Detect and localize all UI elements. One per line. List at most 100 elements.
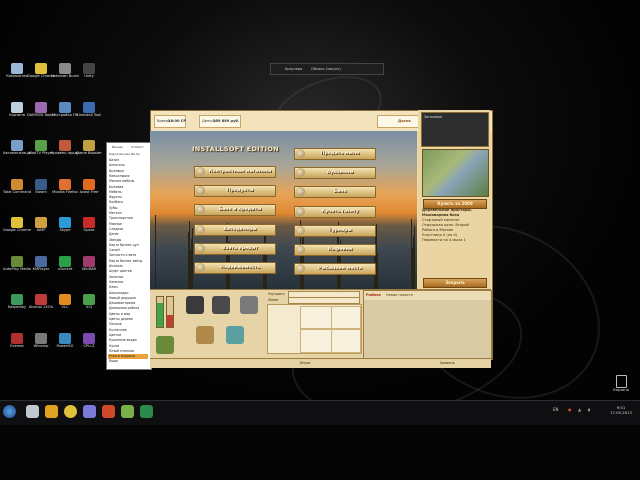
inventory-item-camera[interactable]: [212, 296, 230, 314]
recycle-bin[interactable]: Корзина: [606, 375, 636, 392]
list-item[interactable]: Кухонные ведра: [109, 338, 137, 342]
menu-button-left[interactable]: Недвижимость: [194, 262, 276, 274]
inventory-item-bottle[interactable]: [226, 326, 244, 344]
desktop-icon[interactable]: Game Booster: [75, 140, 103, 164]
grid-slot[interactable]: [300, 329, 332, 353]
grid-slot[interactable]: [300, 306, 332, 329]
menu-button-right[interactable]: Банк: [294, 186, 376, 199]
list-item[interactable]: Канцелярия: [109, 174, 129, 178]
desktop-icon[interactable]: Opera: [75, 217, 103, 241]
menu-button-left[interactable]: Контрактные магазины: [194, 166, 276, 178]
list-item[interactable]: Колбаса: [109, 200, 123, 204]
volume-icon[interactable]: ◖: [588, 407, 590, 412]
list-item[interactable]: Запчасти к авто: [109, 253, 136, 257]
list-item[interactable]: Зубы: [109, 206, 117, 210]
news-tab[interactable]: Рыбная: [366, 293, 381, 297]
list-item[interactable]: Карта бизнес цуп: [109, 243, 139, 247]
menu-item-icon: [196, 263, 205, 272]
menu-item-label: Контрактные магазины: [208, 169, 272, 174]
gauge-fill: [167, 315, 173, 327]
inventory-item-basket[interactable]: [196, 326, 214, 344]
list-item[interactable]: Alcoholo: [109, 264, 123, 268]
start-button[interactable]: [3, 405, 16, 418]
list-item[interactable]: Дешевое время: [109, 301, 135, 305]
menu-button-left[interactable]: Взять кредит: [194, 242, 276, 255]
taskbar-explorer-icon[interactable]: [26, 405, 39, 418]
list-item[interactable]: Бытовая: [109, 185, 123, 189]
location-picture: [422, 149, 489, 197]
list-item[interactable]: Карта бизнес звёзд: [109, 259, 142, 263]
tray-icon[interactable]: ●: [568, 407, 572, 412]
list-item[interactable]: Ключ: [109, 285, 118, 289]
close-button[interactable]: Закрыть: [423, 278, 487, 288]
taskbar-app-icon[interactable]: [45, 405, 58, 418]
tab-stats[interactable]: Статист: [131, 145, 144, 150]
clock[interactable]: 9:51 17.05.2013: [606, 405, 636, 415]
menu-button-left[interactable]: Банк и кредиты: [194, 204, 276, 217]
inventory-item-phone[interactable]: [240, 296, 258, 314]
menu-button-right[interactable]: Аукционы: [294, 167, 376, 180]
tab-business[interactable]: Бизнес: [112, 145, 123, 150]
list-item[interactable]: Лесные: [109, 322, 122, 326]
list-item[interactable]: Кухни: [109, 344, 119, 348]
taskbar-app-icon[interactable]: [83, 405, 96, 418]
list-item[interactable]: Денег: [109, 232, 119, 236]
inventory-item-box[interactable]: [156, 336, 174, 354]
list-item[interactable]: Ящик: [109, 359, 118, 363]
taskbar-chrome-icon[interactable]: [64, 405, 77, 418]
list-item[interactable]: Звёзды: [109, 238, 121, 242]
grid-slot[interactable]: [331, 306, 361, 329]
list-item[interactable]: Мясные: [109, 222, 122, 226]
list-item[interactable]: Мебель: [109, 190, 122, 194]
list-item[interactable]: Кузнечное: [109, 328, 127, 332]
list-item[interactable]: Домашняя работа: [109, 306, 139, 310]
list-item[interactable]: Бытовые: [109, 169, 124, 173]
list-item[interactable]: Фрукты: [109, 195, 122, 199]
list-item[interactable]: Carsell: [109, 248, 120, 252]
status-right: Уровень: [440, 361, 455, 365]
desktop-icon[interactable]: Avast Free: [75, 178, 103, 203]
app-icon: [83, 63, 95, 74]
list-item[interactable]: Сладкое: [109, 227, 123, 231]
language-indicator[interactable]: EN: [553, 407, 559, 412]
taskbar-app-icon[interactable]: [121, 405, 134, 418]
grid-slot[interactable]: [331, 329, 361, 353]
tray-icon[interactable]: ▲: [578, 407, 581, 412]
desktop-icon[interactable]: WinRAR: [75, 255, 103, 280]
list-item[interactable]: Цветы дерева: [109, 317, 133, 321]
list-item[interactable]: Транспортная: [109, 216, 133, 220]
taskbar-excel-icon[interactable]: [140, 405, 153, 418]
menu-button-right[interactable]: Купить газету: [294, 205, 376, 218]
desktop-icon[interactable]: Uninstall Tool: [75, 101, 103, 126]
buy-button[interactable]: Купить за 2000: [423, 199, 487, 209]
list-item[interactable]: Шуфт цветов: [109, 269, 132, 273]
help-field[interactable]: Доска: [377, 115, 419, 128]
list-item[interactable]: Бизон: [109, 158, 119, 162]
list-item[interactable]: Новый дедушка: [109, 296, 136, 300]
menu-button-left[interactable]: Продукты: [194, 185, 276, 198]
list-item[interactable]: Утка и игрушка: [109, 354, 135, 358]
inventory-item-bag[interactable]: [186, 296, 204, 314]
app-icon: [83, 217, 95, 228]
list-item[interactable]: Цветки: [109, 333, 121, 337]
menu-button-left[interactable]: Автодилеры: [194, 223, 276, 236]
list-item[interactable]: Юный пчелков: [109, 349, 134, 353]
menu-button-right[interactable]: Рыбацкие места: [294, 263, 376, 276]
list-item[interactable]: Напитки: [109, 280, 123, 284]
reed-stalk: [192, 228, 193, 289]
list-item[interactable]: Металл: [109, 211, 122, 215]
list-item[interactable]: Мягкая мебель: [109, 179, 134, 183]
desktop-icon[interactable]: Unity: [75, 63, 103, 87]
reed-stalk: [190, 250, 191, 289]
desktop-icon[interactable]: ICQ: [75, 294, 103, 318]
list-item[interactable]: Шоколадки: [109, 291, 128, 295]
menu-button-right[interactable]: Кофейни: [294, 244, 376, 256]
desktop-icon[interactable]: CPU-Z: [75, 332, 103, 357]
taskbar-game-icon[interactable]: [102, 405, 115, 418]
menu-button-right[interactable]: Турниры: [294, 224, 376, 237]
list-item[interactable]: Золотые: [109, 275, 123, 279]
list-item[interactable]: Алкоголь: [109, 163, 125, 167]
menu-item-icon: [196, 167, 205, 176]
menu-button-right[interactable]: Продать мыло: [294, 148, 376, 160]
list-item[interactable]: Цветы и мир: [109, 312, 130, 316]
